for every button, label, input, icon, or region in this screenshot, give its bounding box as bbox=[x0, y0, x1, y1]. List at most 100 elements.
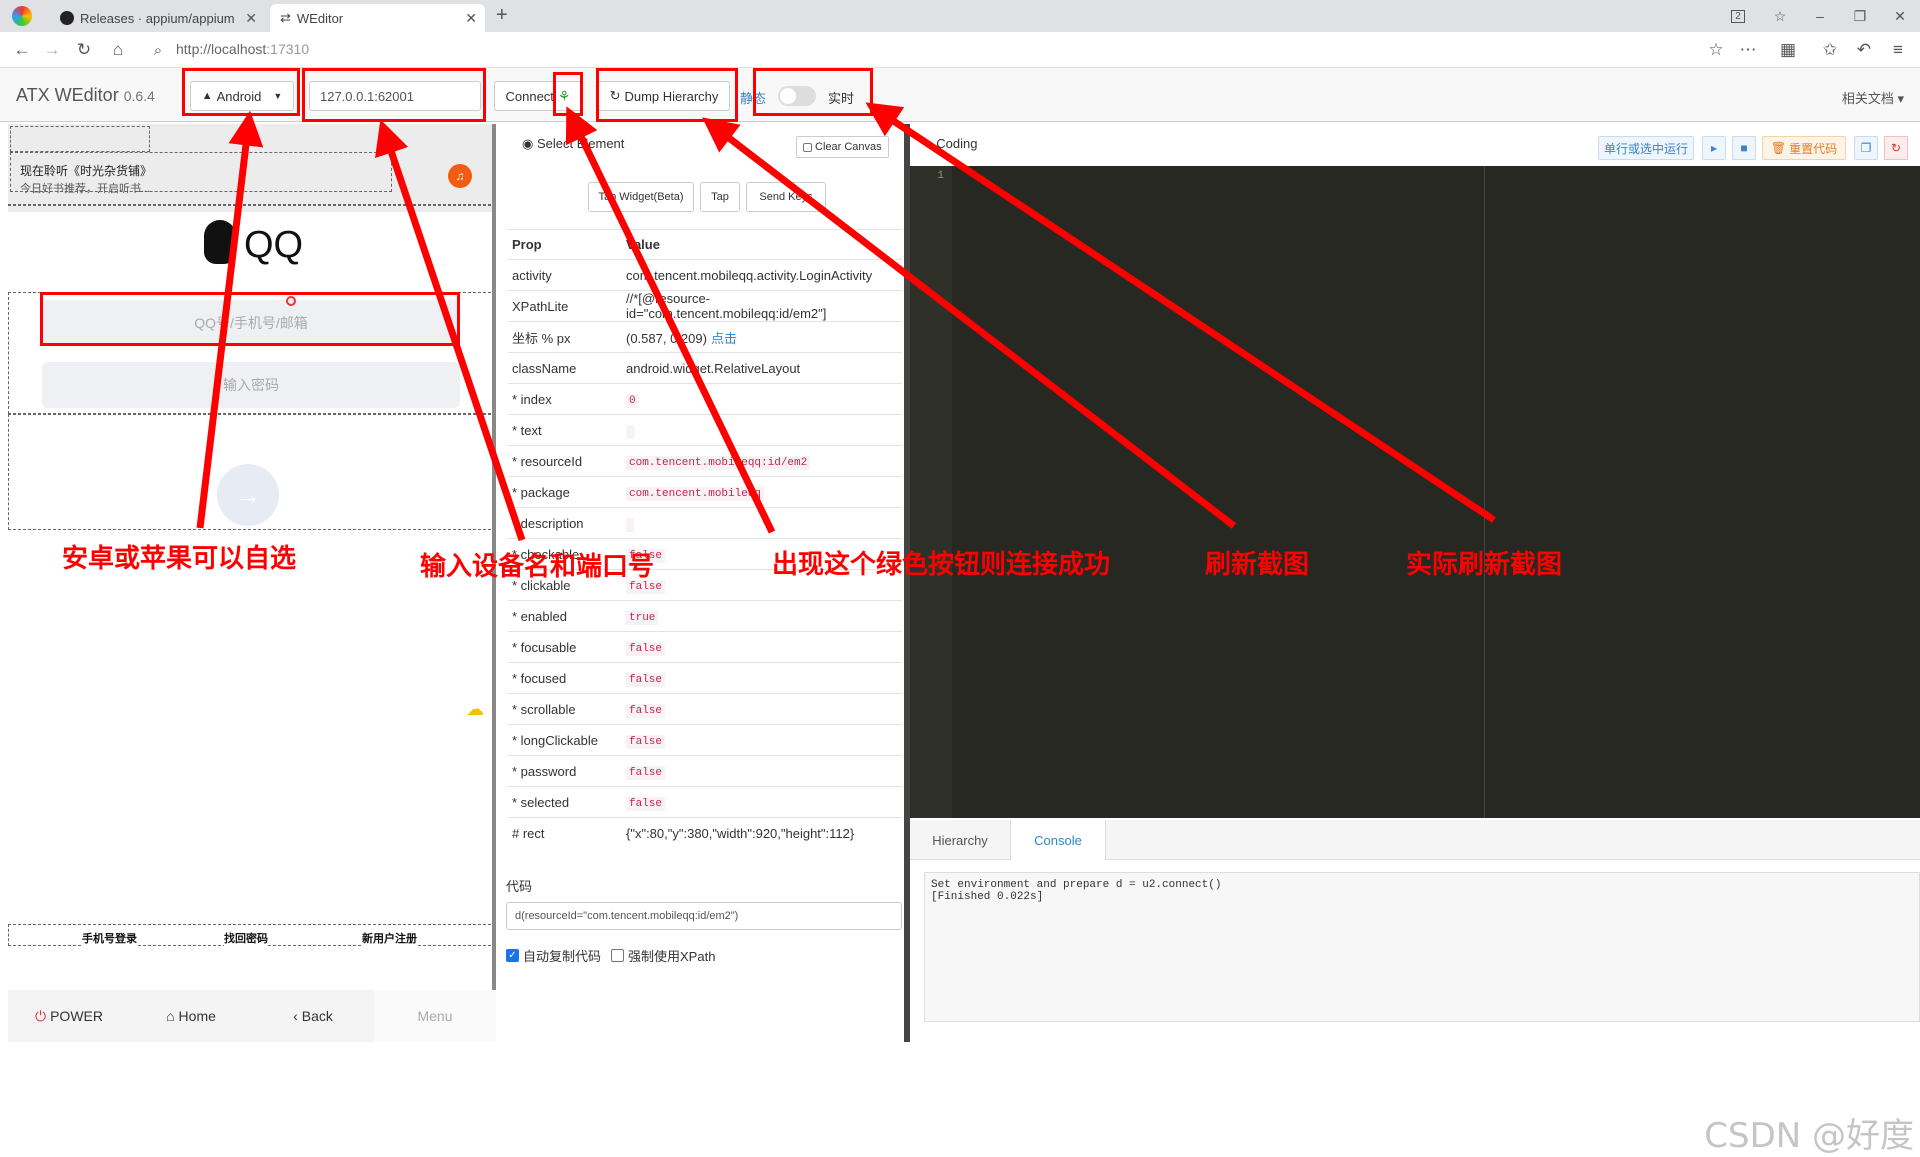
property-key: * resourceId bbox=[508, 445, 622, 477]
property-value[interactable]: {"x":80,"y":380,"width":920,"height":112… bbox=[622, 817, 902, 849]
property-value[interactable]: false bbox=[622, 693, 902, 725]
property-value[interactable]: false bbox=[622, 631, 902, 663]
property-value[interactable]: false bbox=[622, 786, 902, 818]
coding-title: ▫ Coding bbox=[928, 136, 978, 151]
element-outline bbox=[10, 126, 150, 152]
force-xpath-checkbox[interactable] bbox=[611, 949, 625, 962]
pin-icon[interactable]: ☆ bbox=[1768, 4, 1792, 28]
apps-grid-icon[interactable]: ▦ bbox=[1776, 38, 1800, 62]
home-button[interactable]: ⌂ Home bbox=[130, 990, 252, 1042]
property-value[interactable]: false bbox=[622, 662, 902, 694]
property-value[interactable] bbox=[622, 507, 902, 539]
property-value[interactable]: com.tencent.mobileqq bbox=[622, 476, 902, 508]
property-value[interactable]: com.tencent.mobileqq:id/em2 bbox=[622, 445, 902, 477]
float-assistant-icon[interactable]: ☁ bbox=[466, 699, 484, 720]
property-value[interactable]: (0.587, 0.209) 点击 bbox=[622, 321, 902, 353]
tab-title: Releases · appium/appium bbox=[80, 10, 235, 26]
dump-highlight bbox=[596, 68, 738, 122]
stop-icon[interactable]: ■ bbox=[1732, 136, 1756, 160]
run-icon[interactable]: ▸ bbox=[1702, 136, 1726, 160]
qq-logo: QQ bbox=[244, 224, 304, 266]
url-field[interactable]: http://localhost:17310 bbox=[176, 41, 309, 57]
property-row: * resourceId com.tencent.mobileqq:id/em2 bbox=[508, 445, 902, 477]
favorites-icon[interactable]: ✩ bbox=[1818, 38, 1842, 62]
connect-note: 出现这个绿色按钮则连接成功 bbox=[772, 550, 1111, 580]
property-key: * scrollable bbox=[508, 693, 622, 725]
property-key: activity bbox=[508, 259, 622, 291]
menu-button[interactable]: Menu bbox=[374, 990, 496, 1042]
property-row: * index 0 bbox=[508, 383, 902, 415]
auto-copy-checkbox[interactable]: ✓ bbox=[506, 949, 519, 962]
more-icon[interactable]: ⋯ bbox=[1736, 38, 1760, 62]
back-button[interactable]: ‹ Back bbox=[252, 990, 374, 1042]
property-row: * focusable false bbox=[508, 631, 902, 663]
property-key: * focused bbox=[508, 662, 622, 694]
undo-icon[interactable]: ↶ bbox=[1852, 38, 1876, 62]
forward-icon[interactable]: → bbox=[40, 38, 64, 62]
target-icon: ◉ bbox=[522, 136, 534, 151]
tap-button[interactable]: Tap bbox=[700, 182, 740, 212]
reset-code-button[interactable]: 🗑 重置代码 bbox=[1762, 136, 1846, 160]
platform-note: 安卓或苹果可以自选 bbox=[62, 544, 297, 574]
power-icon: ⏻ bbox=[35, 1007, 47, 1024]
new-tab-icon[interactable]: + bbox=[496, 4, 508, 27]
property-value[interactable] bbox=[622, 414, 902, 446]
docs-dropdown[interactable]: 相关文档 ▾ bbox=[1842, 88, 1904, 107]
reload-icon[interactable]: ↻ bbox=[1884, 136, 1908, 160]
click-link[interactable]: 点击 bbox=[711, 331, 737, 346]
send-keys-button[interactable]: Send Keys bbox=[746, 182, 826, 212]
close-window-icon[interactable]: ✕ bbox=[1888, 4, 1912, 28]
property-row: 坐标 % px (0.587, 0.209) 点击 bbox=[508, 321, 902, 353]
property-value[interactable]: android.widget.RelativeLayout bbox=[622, 352, 902, 384]
run-selected-button[interactable]: 单行或选中运行 bbox=[1598, 136, 1694, 160]
tab-console[interactable]: Console bbox=[1010, 820, 1106, 860]
tap-widget-button[interactable]: Tap Widget(Beta) bbox=[588, 182, 694, 212]
minimize-icon[interactable]: – bbox=[1808, 4, 1832, 28]
value-header: Value bbox=[622, 229, 902, 260]
reload-icon[interactable]: ↻ bbox=[72, 38, 96, 62]
property-value[interactable]: true bbox=[622, 600, 902, 632]
register-link[interactable]: 新用户注册 bbox=[362, 930, 417, 946]
home-icon[interactable]: ⌂ bbox=[106, 38, 130, 62]
realtime-note: 实际刷新截图 bbox=[1406, 550, 1563, 580]
code-options: ✓ 自动复制代码 强制使用XPath bbox=[506, 946, 715, 965]
prop-header: Prop bbox=[508, 229, 622, 260]
generated-code-field[interactable]: d(resourceId="com.tencent.mobileqq:id/em… bbox=[506, 902, 902, 930]
close-icon[interactable]: ✕ bbox=[245, 10, 257, 27]
phone-login-link[interactable]: 手机号登录 bbox=[82, 930, 137, 946]
find-password-link[interactable]: 找回密码 bbox=[224, 930, 268, 946]
password-input[interactable]: 输入密码 bbox=[42, 362, 460, 408]
property-row: * text bbox=[508, 414, 902, 446]
home-icon: ⌂ bbox=[166, 1008, 175, 1024]
inspector-panel: ◉ Select Element Clear Canvas Tap Widget… bbox=[504, 124, 904, 1042]
property-value[interactable]: com.tencent.mobileqq.activity.LoginActiv… bbox=[622, 259, 902, 291]
bookmark-star-icon[interactable]: ☆ bbox=[1704, 38, 1728, 62]
refresh-note: 刷新截图 bbox=[1205, 550, 1310, 580]
back-icon[interactable]: ← bbox=[10, 38, 34, 62]
restore-icon[interactable]: ❐ bbox=[1848, 4, 1872, 28]
login-arrow-button[interactable]: → bbox=[217, 464, 279, 526]
code-editor[interactable]: 1 bbox=[910, 166, 1920, 818]
property-value[interactable]: false bbox=[622, 724, 902, 756]
properties-table: Prop Value activity com.tencent.mobileqq.… bbox=[508, 229, 902, 849]
property-value[interactable]: 0 bbox=[622, 383, 902, 415]
copy-icon[interactable]: ❐ bbox=[1854, 136, 1878, 160]
select-element-toggle[interactable]: ◉ Select Element bbox=[522, 136, 624, 152]
property-row: # rect {"x":80,"y":380,"width":920,"heigh… bbox=[508, 817, 902, 849]
code-icon: ▫ bbox=[928, 136, 933, 151]
github-icon bbox=[60, 11, 74, 25]
clear-canvas-button[interactable]: Clear Canvas bbox=[796, 136, 889, 158]
power-button[interactable]: ⏻ POWER bbox=[8, 990, 130, 1042]
tab-weditor[interactable]: ⇄ WEditor ✕ bbox=[270, 4, 485, 32]
tab-hierarchy[interactable]: Hierarchy bbox=[910, 820, 1010, 860]
close-icon[interactable]: ✕ bbox=[465, 10, 477, 27]
property-value[interactable]: false bbox=[622, 755, 902, 787]
property-key: * package bbox=[508, 476, 622, 508]
property-row: * focused false bbox=[508, 662, 902, 694]
property-key: className bbox=[508, 352, 622, 384]
window-count-badge[interactable]: 2 bbox=[1726, 4, 1750, 28]
tab-title: WEditor bbox=[296, 10, 344, 26]
tab-releases[interactable]: Releases · appium/appium ✕ bbox=[50, 4, 265, 32]
property-value[interactable]: //*[@resource-id="com.tencent.mobileqq:i… bbox=[622, 290, 902, 322]
menu-icon[interactable]: ≡ bbox=[1886, 38, 1910, 62]
